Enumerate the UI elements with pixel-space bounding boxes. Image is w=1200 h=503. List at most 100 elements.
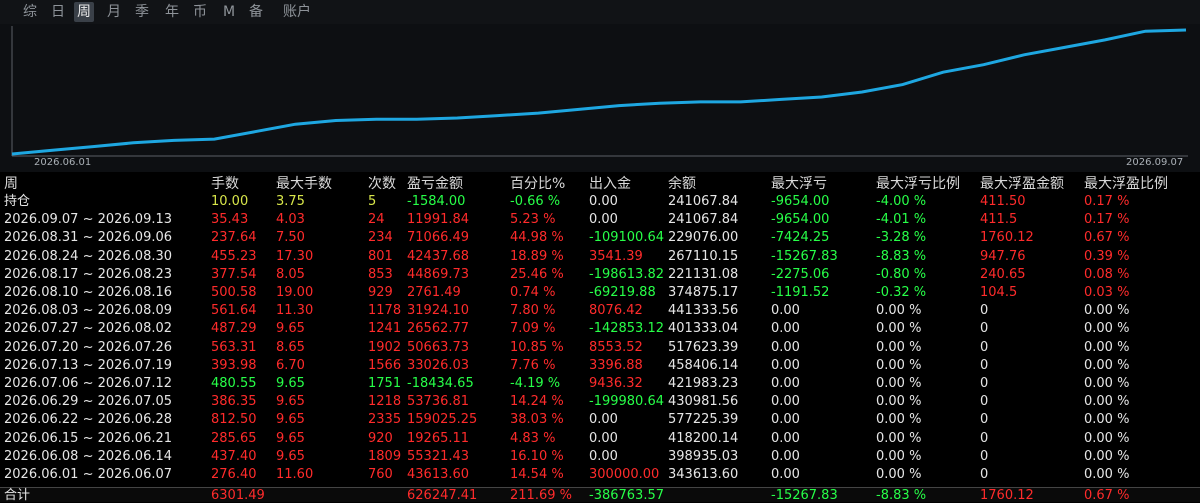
table-cell: 2335 (368, 412, 402, 428)
table-cell: 2026.07.13 ~ 2026.07.19 (4, 357, 173, 373)
table-cell: 0.00 (589, 430, 618, 446)
tab-4[interactable]: 季 (132, 2, 152, 22)
table-cell: 5.23 % (510, 212, 556, 228)
table-cell: 229076.00 (668, 230, 739, 246)
table-cell: 0.00 % (1084, 394, 1130, 410)
table-cell: 50663.73 (407, 339, 470, 355)
table-cell: 17.30 (276, 248, 314, 264)
table-cell: 0.00 % (1084, 303, 1130, 319)
header-cell: 最大浮亏 (771, 176, 827, 192)
table-cell: 0.00 % (876, 339, 922, 355)
table-row[interactable]: 2026.06.22 ~ 2026.06.28 812.50 9.65 2335 159… (0, 411, 1200, 429)
table-cell: 441333.56 (668, 303, 739, 319)
table-cell: 0.67 % (1084, 230, 1130, 246)
table-row[interactable]: 2026.09.07 ~ 2026.09.13 35.43 4.03 24 11991.… (0, 211, 1200, 229)
table-cell: -18434.65 (407, 376, 474, 391)
table-row[interactable]: 2026.06.01 ~ 2026.06.07 276.40 11.60 760 436… (0, 466, 1200, 484)
tab-1[interactable]: 日 (48, 2, 68, 22)
table-cell: 71066.49 (407, 230, 470, 246)
table-cell: 0.03 % (1084, 285, 1130, 300)
table-cell: 0 (980, 412, 989, 428)
table-row[interactable]: 2026.08.24 ~ 2026.08.30 455.23 17.30 801 424… (0, 248, 1200, 266)
table-cell: 411.5 (980, 212, 1018, 228)
table-cell: 1566 (368, 357, 402, 373)
tab-7[interactable]: M (219, 2, 239, 22)
table-row[interactable]: 2026.07.27 ~ 2026.08.02 487.29 9.65 1241 265… (0, 320, 1200, 338)
tab-0[interactable]: 综 (20, 2, 40, 22)
table-cell: 1241 (368, 321, 402, 337)
table-cell: 241067.84 (668, 212, 739, 228)
table-cell: 33026.03 (407, 357, 470, 373)
table-cell: 1902 (368, 339, 402, 355)
table-cell: 1760.12 (980, 230, 1034, 246)
table-cell: 577225.39 (668, 412, 739, 428)
table-row[interactable]: 2026.08.10 ~ 2026.08.16 500.58 19.00 929 276… (0, 284, 1200, 302)
table-cell: -4.01 % (876, 212, 927, 228)
table-cell: 0.00 % (876, 303, 922, 319)
table-row[interactable]: 2026.06.29 ~ 2026.07.05 386.35 9.65 1218 537… (0, 393, 1200, 411)
table-cell: 947.76 (980, 248, 1026, 264)
table-cell: 4.83 % (510, 430, 556, 446)
table-cell: 53736.81 (407, 394, 470, 410)
table-cell: 0.00 % (876, 394, 922, 410)
table-cell: 2026.08.17 ~ 2026.08.23 (4, 266, 173, 282)
table-cell: 9.65 (276, 376, 305, 391)
table-cell: 0.00 % (1084, 357, 1130, 373)
table-row[interactable]: 2026.07.13 ~ 2026.07.19 393.98 6.70 1566 330… (0, 357, 1200, 375)
table-cell: 0.00 % (1084, 430, 1130, 446)
table-cell: 0.17 % (1084, 194, 1130, 209)
table-cell: 42437.68 (407, 248, 470, 264)
table-cell: -1584.00 (407, 194, 466, 209)
table-cell: 0.00 % (1084, 339, 1130, 355)
table-cell: 234 (368, 230, 393, 246)
table-cell: 6.70 (276, 357, 305, 373)
table-cell: 159025.25 (407, 412, 478, 428)
tab-2[interactable]: 周 (74, 2, 94, 22)
table-cell: 2026.07.20 ~ 2026.07.26 (4, 339, 173, 355)
table-cell: 35.43 (211, 212, 249, 228)
chart-svg (11, 26, 1188, 157)
table-row[interactable]: 2026.08.17 ~ 2026.08.23 377.54 8.05 853 4486… (0, 266, 1200, 284)
table-row[interactable]: 持仓 10.00 3.75 5 -1584.00 -0.66 % 0.00 241067.84… (0, 193, 1200, 211)
table-cell: 517623.39 (668, 339, 739, 355)
table-cell: 374875.17 (668, 285, 739, 300)
table-cell: -4.00 % (876, 194, 927, 209)
x-start-label: 2026.06.01 (34, 157, 92, 168)
tab-6[interactable]: 币 (190, 2, 210, 22)
tab-8[interactable]: 备 (246, 2, 266, 22)
table-cell: 480.55 (211, 376, 257, 391)
table-cell: 0.00 (589, 448, 618, 464)
table-cell: -142853.12 (589, 321, 664, 337)
table-cell: 760 (368, 467, 393, 482)
table-header: 周 手数 最大手数 次数 盈亏金额 百分比% 出入金 余额 最大浮亏 最大浮亏比例 最大浮盈金额 最大… (0, 175, 1200, 193)
table-cell: 386.35 (211, 394, 257, 410)
tab-9[interactable]: 账户 (280, 2, 314, 22)
table-cell: 9.65 (276, 394, 305, 410)
table-cell: 455.23 (211, 248, 257, 264)
table-cell: 16.10 % (510, 448, 564, 464)
table-cell: -3.28 % (876, 230, 927, 246)
table-row[interactable]: 2026.07.06 ~ 2026.07.12 480.55 9.65 1751 -18… (0, 375, 1200, 393)
table-cell: 0 (980, 448, 989, 464)
table-cell: 19.00 (276, 285, 314, 300)
table-row[interactable]: 2026.08.31 ~ 2026.09.06 237.64 7.50 234 7106… (0, 229, 1200, 247)
table-cell: 421983.23 (668, 376, 739, 391)
table-cell: 43613.60 (407, 467, 470, 482)
table-cell: 0.00 % (1084, 467, 1130, 482)
table-cell: 0.00 % (876, 430, 922, 446)
table-cell: 2026.06.01 ~ 2026.06.07 (4, 467, 173, 482)
table-row[interactable]: 2026.07.20 ~ 2026.07.26 563.31 8.65 1902 506… (0, 339, 1200, 357)
tab-3[interactable]: 月 (104, 2, 124, 22)
table-cell: 9436.32 (589, 376, 643, 391)
tab-5[interactable]: 年 (162, 2, 182, 22)
table-row[interactable]: 2026.08.03 ~ 2026.08.09 561.64 11.30 1178 31… (0, 302, 1200, 320)
table-cell: 0.00 (771, 321, 800, 337)
table-row[interactable]: 2026.06.15 ~ 2026.06.21 285.65 9.65 920 1926… (0, 430, 1200, 448)
table-row[interactable]: 2026.06.08 ~ 2026.06.14 437.40 9.65 1809 553… (0, 448, 1200, 466)
table-cell: 267110.15 (668, 248, 739, 264)
table-cell: -7424.25 (771, 230, 830, 246)
table-cell: 0.00 % (876, 467, 922, 482)
table-cell: 8553.52 (589, 339, 643, 355)
table-cell: 9.65 (276, 430, 305, 446)
table-cell: 0.00 % (876, 376, 922, 391)
